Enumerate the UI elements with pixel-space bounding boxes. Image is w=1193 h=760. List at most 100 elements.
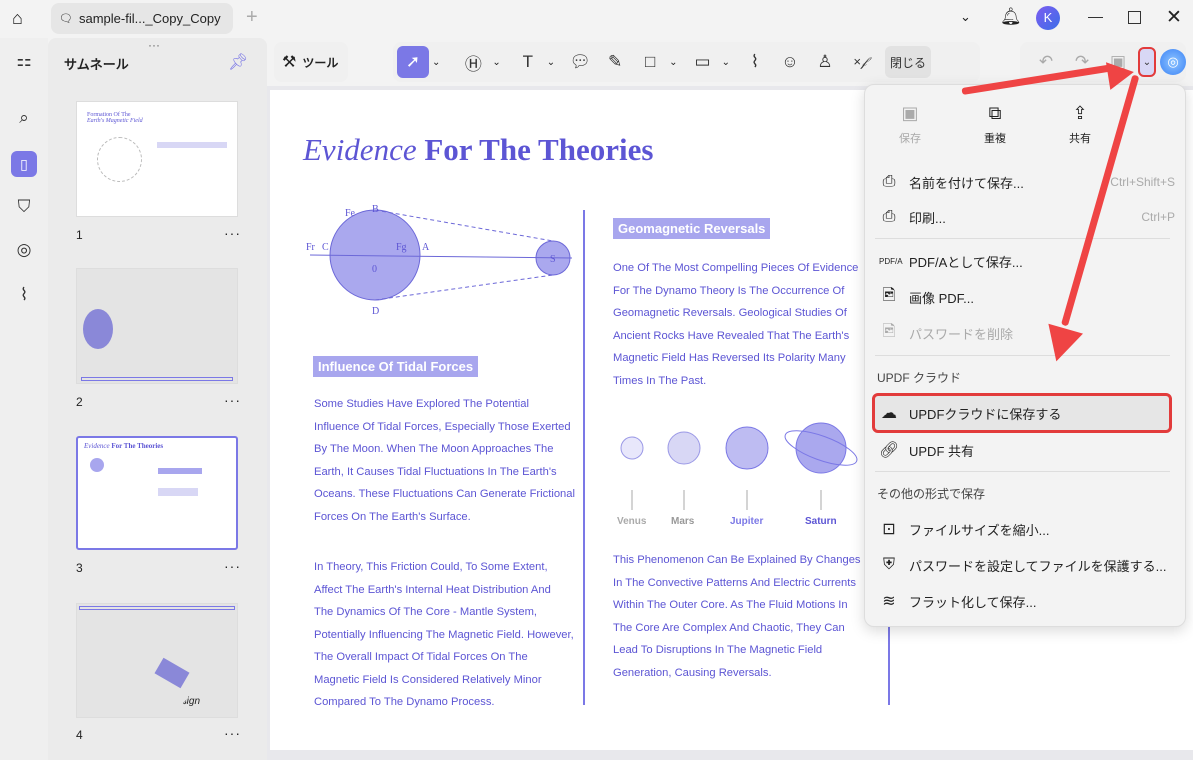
heading-icon[interactable]: Ⓗ <box>457 46 489 78</box>
menu-save-as[interactable]: ⎙ 名前を付けて保存... Ctrl+Shift+S <box>875 165 1175 199</box>
measure-icon[interactable]: ▭ <box>687 46 719 78</box>
attachment-icon[interactable]: ⌇ <box>739 46 771 78</box>
chevron-down-icon[interactable]: ⌄ <box>960 9 971 25</box>
save-options-dropdown[interactable]: ⌄ <box>1138 47 1156 77</box>
menu-save-pdfa[interactable]: PDF/A PDF/Aとして保存... <box>875 244 1175 278</box>
rectangle-icon[interactable]: □ <box>634 46 666 78</box>
text-line: Compared To The Dynamo Process. <box>314 696 495 708</box>
menu-share-button[interactable]: ⇪ 共有 <box>1055 103 1105 146</box>
text-line: Oceans. These Fluctuations Can Generate … <box>314 488 575 500</box>
close-window-button[interactable]: ✕ <box>1166 6 1182 29</box>
label: パスワードを削除 <box>909 326 1014 342</box>
menu-print[interactable]: ⎙ 印刷... Ctrl+P <box>875 200 1175 234</box>
duplicate-label: 重複 <box>984 133 1006 145</box>
label: 画像 PDF... <box>909 290 975 306</box>
page-number: 1 <box>76 228 83 242</box>
bell-icon[interactable]: 🔔︎ <box>1000 7 1022 27</box>
page-thumbnail-1[interactable]: Formation Of The Earth's Magnetic Field <box>76 101 238 217</box>
page-thumbnail-4[interactable]: 𝓈ign <box>76 603 238 718</box>
label: UPDFクラウドに保存する <box>909 406 1062 422</box>
label-fr: Fr <box>306 242 316 253</box>
comment-list-icon[interactable]: ◎ <box>11 237 37 263</box>
bookmark-icon[interactable]: ⛉ <box>11 194 37 220</box>
title-bold: For The Theories <box>424 132 654 167</box>
maximize-button[interactable] <box>1128 11 1141 24</box>
page-more-button[interactable]: ··· <box>224 225 241 241</box>
left-rail: ⚏ ⌕ ▯ ⛉ ◎ ⌇ <box>0 38 48 760</box>
label-a: A <box>422 242 430 253</box>
text-line: The Dynamics Of The Core - Mantle System… <box>314 606 537 618</box>
page-thumbnail-3[interactable]: Evidence For The Theories <box>76 436 238 550</box>
attachment-icon[interactable]: ⌇ <box>11 282 37 308</box>
ai-assistant-icon[interactable]: ◎ <box>1160 49 1186 75</box>
save-label: 保存 <box>899 133 921 145</box>
sticker-icon[interactable]: ☺ <box>774 46 806 78</box>
page-more-button[interactable]: ··· <box>224 725 241 741</box>
text-icon[interactable]: T <box>512 46 544 78</box>
menu-protect-password[interactable]: ⛨ パスワードを設定してファイルを保護する... <box>875 548 1175 582</box>
avatar[interactable]: K <box>1036 6 1060 30</box>
pin-icon[interactable]: 📌︎ <box>228 52 248 72</box>
menu-remove-password[interactable]: 🖻 パスワードを削除 <box>875 316 1175 350</box>
link-icon: 🔗︎ <box>879 442 900 459</box>
thumbnail-panel: ··· サムネール 📌︎ Formation Of The Earth's Mag… <box>48 38 267 760</box>
page-title: Evidence For The Theories <box>303 132 653 168</box>
text-line: Ancient Rocks Have Revealed That The Ear… <box>613 329 850 342</box>
image-pdf-icon: 🖻 <box>882 286 896 304</box>
text-line: By The Moon. When The Moon Approaches Th… <box>314 443 554 455</box>
menu-updf-share[interactable]: 🔗︎ UPDF 共有 <box>875 433 1175 467</box>
page-thumbnail-2[interactable] <box>76 268 238 384</box>
title-bar: ⌂ 🗨 sample-fil..._Copy_Copy + ⌄ 🔔︎ K ✕ <box>0 0 1193 38</box>
reversal-heading: Geomagnetic Reversals <box>613 218 771 239</box>
tools-button[interactable]: ⚒ ツール <box>274 42 348 82</box>
page-more-button[interactable]: ··· <box>224 392 241 408</box>
divider <box>875 238 1170 239</box>
page-more-button[interactable]: ··· <box>224 558 241 574</box>
menu-duplicate-button[interactable]: ⧉ 重複 <box>970 103 1020 146</box>
tidal-paragraph-2: In Theory, This Friction Could, To Some … <box>314 556 574 714</box>
text-line: This Phenomenon Can Be Explained By Chan… <box>613 554 861 566</box>
planet-venus: Venus <box>617 516 647 527</box>
menu-save-button[interactable]: ▣ 保存 <box>885 103 935 146</box>
page-number: 4 <box>76 728 83 742</box>
menu-image-pdf[interactable]: 🖻 画像 PDF... <box>875 280 1175 314</box>
label: フラット化して保存... <box>909 594 1037 610</box>
thumbnail-icon[interactable]: ▯ <box>11 151 37 177</box>
document-tab[interactable]: 🗨 sample-fil..._Copy_Copy <box>51 3 233 34</box>
printer-icon: ⎙ <box>882 208 896 225</box>
menu-reduce-size[interactable]: ⊡ ファイルサイズを縮小... <box>875 512 1175 546</box>
stamp-icon[interactable]: ♙ <box>809 46 841 78</box>
menu-save-to-cloud[interactable]: ☁ UPDFクラウドに保存する <box>872 393 1172 433</box>
select-cursor-icon[interactable]: ➚ <box>397 46 429 78</box>
grid-icon[interactable]: ⚏ <box>11 48 37 74</box>
text-line: One Of The Most Compelling Pieces Of Evi… <box>613 262 859 274</box>
text-line: Within The Outer Core. As The Fluid Moti… <box>613 599 848 611</box>
menu-flatten[interactable]: ≋ フラット化して保存... <box>875 584 1175 618</box>
share-label: 共有 <box>1069 133 1091 145</box>
minimize-button[interactable] <box>1088 17 1103 18</box>
label-fe: Fe <box>345 208 356 219</box>
planet-mars: Mars <box>671 516 695 527</box>
label-s: S <box>550 254 556 265</box>
reversal-paragraph: One Of The Most Compelling Pieces Of Evi… <box>613 257 858 392</box>
text-line: For The Dynamo Theory Is The Occurrence … <box>613 284 845 297</box>
close-edit-button[interactable]: 閉じる <box>884 46 931 78</box>
text-line: The Core Are Complex And Chaotic, They C… <box>613 621 845 634</box>
label-zero: 0 <box>372 264 377 275</box>
new-tab-button[interactable]: + <box>246 6 258 29</box>
label: 印刷... <box>909 210 946 226</box>
compress-icon: ⊡ <box>882 521 896 538</box>
search-icon[interactable]: ⌕ <box>11 105 37 131</box>
planet-saturn: Saturn <box>805 516 837 527</box>
home-icon[interactable]: ⌂ <box>12 8 23 29</box>
shield-lock-icon: ⛨ <box>882 556 895 573</box>
text-line: Magnetic Field Is Considered Relatively … <box>314 673 542 686</box>
resize-handle[interactable]: ··· <box>148 38 160 52</box>
text-line: Influence Of Tidal Forces, Especially Th… <box>314 420 571 433</box>
signature-icon[interactable]: ×𝒻 <box>844 46 876 78</box>
highlighter-icon[interactable]: ✎ <box>599 46 631 78</box>
text-line: Generation, Causing Reversals. <box>613 666 772 679</box>
comment-icon[interactable]: 💬︎ <box>564 46 596 78</box>
divider <box>875 471 1170 472</box>
shortcut: Ctrl+Shift+S <box>1110 175 1175 189</box>
